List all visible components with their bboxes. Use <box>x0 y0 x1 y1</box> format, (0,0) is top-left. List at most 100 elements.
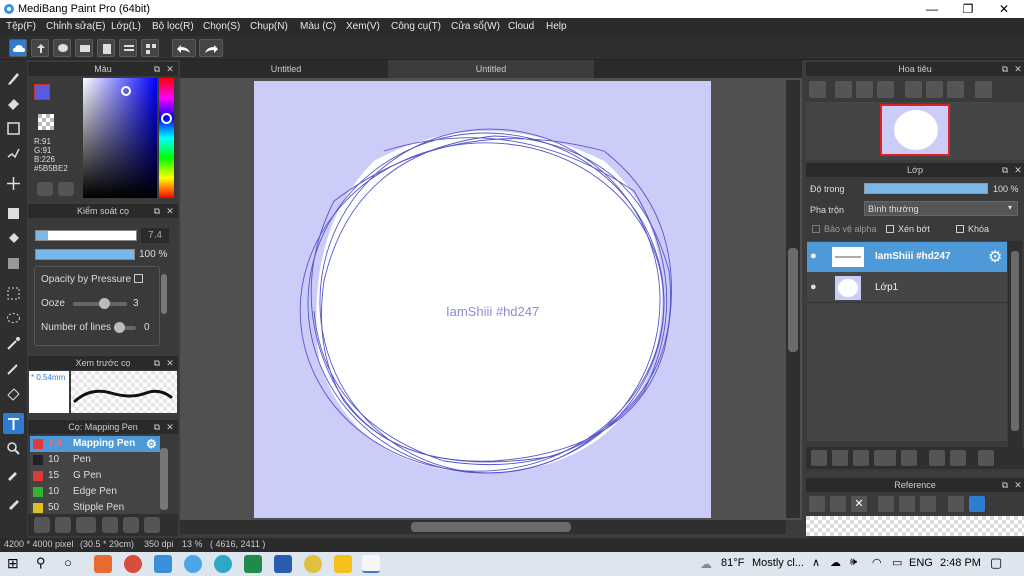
menu-layer[interactable]: Lớp(L) <box>111 21 141 32</box>
zoom-in-icon[interactable] <box>878 496 894 512</box>
horizontal-scrollbar[interactable] <box>180 520 786 534</box>
weather-text[interactable]: Mostly cl... <box>752 557 804 569</box>
clipping-checkbox[interactable] <box>886 225 894 233</box>
layer-list-scrollbar[interactable] <box>1008 241 1022 451</box>
menu-tools[interactable]: Công cụ(T) <box>391 21 441 32</box>
undock-icon[interactable]: ⧉ <box>152 204 162 218</box>
text-tool-icon[interactable] <box>3 413 24 434</box>
gear-icon[interactable]: ⚙ <box>146 437 157 451</box>
rotate-right-icon[interactable] <box>947 81 964 98</box>
chrome-icon[interactable] <box>304 555 322 573</box>
gradient-tool-icon[interactable] <box>3 253 24 274</box>
undock-icon[interactable]: ⧉ <box>152 62 162 76</box>
flip-icon[interactable] <box>975 81 992 98</box>
app-f-icon[interactable] <box>334 555 352 573</box>
lock-checkbox[interactable] <box>956 225 964 233</box>
color-set-icon[interactable] <box>58 182 74 196</box>
folder-icon[interactable] <box>901 450 917 466</box>
eye-icon[interactable]: ● <box>810 281 817 293</box>
menu-edit[interactable]: Chỉnh sửa(E) <box>46 21 106 32</box>
comment-icon[interactable] <box>53 39 71 57</box>
vertical-scrollbar[interactable] <box>786 80 800 518</box>
language-indicator[interactable]: ENG <box>909 557 933 569</box>
cloud-icon[interactable] <box>9 39 27 57</box>
layer-scroll-thumb[interactable] <box>1011 251 1019 431</box>
brush-size-slider[interactable] <box>35 230 137 241</box>
menu-file[interactable]: Tệp(F) <box>6 21 36 32</box>
layer-name[interactable]: IamShiii #hd247 <box>875 251 951 262</box>
drawing-canvas[interactable]: IamShiii #hd247 <box>254 81 711 518</box>
brush-folder-icon[interactable] <box>123 517 139 533</box>
primary-color-swatch[interactable] <box>34 84 50 100</box>
rectangle-tool-icon[interactable] <box>3 118 24 139</box>
bucket-tool-icon[interactable] <box>3 228 24 249</box>
monitor-icon[interactable] <box>154 555 172 573</box>
reset-view-icon[interactable] <box>926 81 943 98</box>
close-button[interactable]: ✕ <box>986 0 1022 18</box>
menu-filter[interactable]: Bộ lọc(R) <box>152 21 194 32</box>
duplicate-layer-icon[interactable] <box>929 450 945 466</box>
wifi-icon[interactable]: ◠ <box>872 556 882 569</box>
powerpoint-icon[interactable] <box>94 555 112 573</box>
select-eraser-tool-icon[interactable] <box>3 383 24 404</box>
undock-icon[interactable]: ⧉ <box>152 356 162 370</box>
protect-alpha-checkbox[interactable] <box>812 225 820 233</box>
select-pen-tool-icon[interactable] <box>3 358 24 379</box>
brush-item-pen[interactable]: 10 Pen <box>30 452 160 468</box>
vertical-scroll-thumb[interactable] <box>788 248 798 352</box>
fill-rect-tool-icon[interactable] <box>3 203 24 224</box>
select-rect-tool-icon[interactable] <box>3 283 24 304</box>
trash-icon[interactable] <box>978 450 994 466</box>
layer-item-text[interactable]: ● IamShiii #hd247 ⚙ <box>807 242 1007 272</box>
brush-item-stipple-pen[interactable]: 50 Stipple Pen <box>30 500 160 514</box>
undo-icon[interactable] <box>172 39 196 57</box>
opacity-pressure-checkbox[interactable] <box>134 274 143 283</box>
panel-close-icon[interactable]: ✕ <box>165 420 175 434</box>
menu-cloud[interactable]: Cloud <box>508 21 534 32</box>
lines-slider-handle[interactable] <box>114 322 125 333</box>
pen-tool-icon[interactable] <box>3 493 24 514</box>
grid-icon[interactable] <box>141 39 159 57</box>
new-brush-icon[interactable] <box>55 517 71 533</box>
operation-tool-icon[interactable] <box>3 438 24 459</box>
panel-close-icon[interactable]: ✕ <box>1013 478 1023 492</box>
cloud-import-icon[interactable] <box>809 496 825 512</box>
maximize-button[interactable]: ❐ <box>950 0 986 18</box>
panel-close-icon[interactable]: ✕ <box>1013 62 1023 76</box>
fit-icon[interactable] <box>856 81 873 98</box>
browser-icon[interactable] <box>184 555 202 573</box>
layer-item-lop1[interactable]: ● Lớp1 <box>807 273 1007 303</box>
brush-opacity-slider[interactable] <box>35 249 135 260</box>
tab-untitled-2[interactable]: Untitled <box>388 60 594 78</box>
windows-start-icon[interactable]: ⊞ <box>7 555 19 572</box>
blend-mode-select[interactable]: Bình thường ▾ <box>864 201 1018 216</box>
hue-slider[interactable] <box>159 78 174 198</box>
gear-icon[interactable]: ⚙ <box>988 247 1002 267</box>
open-folder-icon[interactable] <box>830 496 846 512</box>
volume-icon[interactable]: 🕪 <box>850 556 857 569</box>
panel-close-icon[interactable]: ✕ <box>165 204 175 218</box>
battery-icon[interactable]: ▭ <box>892 556 902 569</box>
cloud-tray-icon[interactable]: ☁ <box>830 556 841 569</box>
palette-icon[interactable] <box>37 182 53 196</box>
eyedropper-icon[interactable] <box>948 496 964 512</box>
menu-color[interactable]: Màu (C) <box>300 21 336 32</box>
layer-opacity-slider[interactable] <box>864 183 988 194</box>
zoom-in-2-icon[interactable] <box>835 81 852 98</box>
excel-icon[interactable] <box>244 555 262 573</box>
magic-wand-tool-icon[interactable] <box>3 333 24 354</box>
ooze-slider-handle[interactable] <box>99 298 110 309</box>
brush-options-scrollbar[interactable] <box>161 274 167 314</box>
new-8bit-layer-icon[interactable] <box>853 450 869 466</box>
rotate-left-icon[interactable] <box>905 81 922 98</box>
transparent-swatch[interactable] <box>38 114 54 130</box>
close-icon[interactable]: ✕ <box>851 496 867 512</box>
zoom-in-icon[interactable] <box>809 81 826 98</box>
fit-icon[interactable] <box>899 496 915 512</box>
menu-window[interactable]: Cửa sổ(W) <box>451 21 500 32</box>
edge-icon[interactable] <box>214 555 232 573</box>
menu-select[interactable]: Chọn(S) <box>203 21 240 32</box>
minimize-button[interactable]: — <box>914 0 950 18</box>
menu-capture[interactable]: Chụp(N) <box>250 21 288 32</box>
opera-icon[interactable] <box>124 555 142 573</box>
